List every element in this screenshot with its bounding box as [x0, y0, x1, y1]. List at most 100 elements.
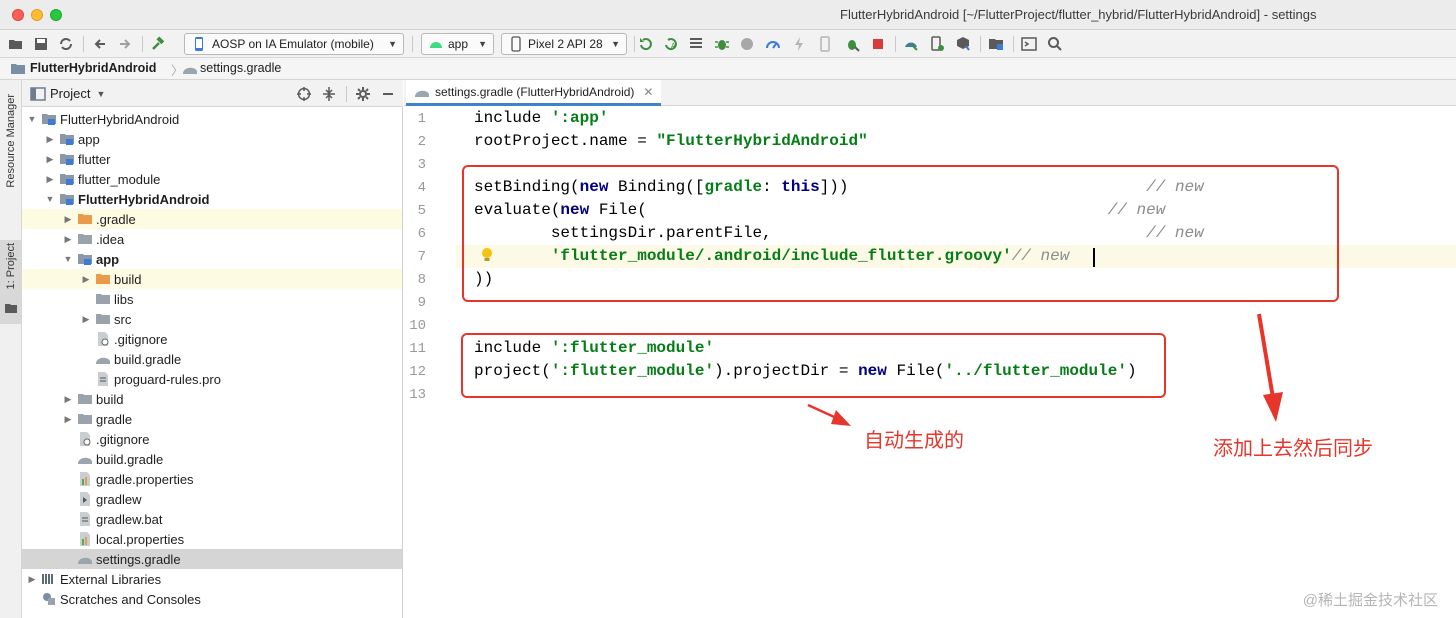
back-arrow-icon[interactable]	[92, 35, 108, 53]
tree-item[interactable]: ▼ app	[22, 249, 402, 269]
file-icon	[78, 512, 92, 526]
terminal-icon[interactable]	[1021, 35, 1037, 53]
tree-item-label: local.properties	[96, 531, 185, 547]
chevron-right-icon[interactable]: ▶	[44, 174, 56, 185]
hide-panel-icon[interactable]	[380, 85, 396, 103]
tree-item[interactable]: .gitignore	[22, 329, 402, 349]
tree-item[interactable]: ▶ build	[22, 389, 402, 409]
code-line[interactable]: include ':app'	[474, 107, 608, 130]
chevron-right-icon[interactable]: ▶	[62, 214, 74, 225]
module-icon	[60, 132, 74, 146]
project-tab[interactable]: 1: Project	[5, 243, 17, 289]
tree-item[interactable]: local.properties	[22, 529, 402, 549]
chevron-right-icon[interactable]: ▶	[80, 314, 92, 325]
open-folder-icon[interactable]	[8, 35, 24, 53]
tree-item[interactable]: ▶ src	[22, 309, 402, 329]
lightning-icon[interactable]	[791, 35, 807, 53]
avd-manager-icon[interactable]	[929, 35, 945, 53]
folder-icon	[96, 292, 110, 306]
chevron-down-icon[interactable]: ▼	[26, 114, 38, 124]
tree-item[interactable]: ▼ FlutterHybridAndroid	[22, 189, 402, 209]
apply-code-changes-icon[interactable]: A	[663, 35, 679, 53]
tree-item[interactable]: ▶ flutter	[22, 149, 402, 169]
list-icon[interactable]	[688, 35, 704, 53]
profiler-gauge-icon[interactable]	[765, 35, 781, 53]
chevron-right-icon[interactable]: ▶	[62, 414, 74, 425]
tree-item[interactable]: ▶ .idea	[22, 229, 402, 249]
project-view-selector[interactable]: Project ▼	[50, 86, 105, 101]
attach-debugger-icon[interactable]	[844, 35, 860, 53]
gear-icon[interactable]	[355, 85, 371, 103]
close-icon[interactable]: ✕	[643, 85, 653, 99]
code-token: rootProject.name =	[474, 132, 657, 150]
tree-item[interactable]: ▶ app	[22, 129, 402, 149]
save-all-icon[interactable]	[33, 35, 49, 53]
zoom-window-button[interactable]	[50, 9, 62, 21]
tree-item-label: src	[114, 311, 132, 327]
line-number: 8	[417, 272, 426, 288]
tree-item[interactable]: build.gradle	[22, 349, 402, 369]
folder-icon	[78, 392, 92, 406]
tree-item[interactable]: gradlew	[22, 489, 402, 509]
breadcrumb-project[interactable]: FlutterHybridAndroid	[30, 61, 156, 75]
tree-item[interactable]: gradle.properties	[22, 469, 402, 489]
sync-icon[interactable]	[58, 35, 74, 53]
module-folder-icon	[11, 64, 25, 74]
minimize-window-button[interactable]	[31, 9, 43, 21]
device-selector-combo[interactable]: AOSP on IA Emulator (mobile) ▼	[184, 33, 404, 55]
code-line[interactable]: rootProject.name = "FlutterHybridAndroid…	[474, 130, 868, 153]
tree-item[interactable]: libs	[22, 289, 402, 309]
chevron-right-icon[interactable]: ▶	[44, 134, 56, 145]
tree-item[interactable]: ▶ build	[22, 269, 402, 289]
chevron-down-icon[interactable]: ▼	[62, 254, 74, 264]
run-config-combo[interactable]: app ▼	[421, 33, 494, 55]
tree-item-label: FlutterHybridAndroid	[60, 111, 180, 127]
annotation-box-auto-generated	[461, 333, 1166, 398]
tree-item[interactable]: ▶ External Libraries	[22, 569, 402, 589]
resource-manager-tab[interactable]: Resource Manager	[5, 94, 17, 188]
tree-item[interactable]: ▶ flutter_module	[22, 169, 402, 189]
coverage-icon[interactable]	[739, 35, 755, 53]
hammer-build-icon[interactable]	[150, 35, 166, 53]
chevron-right-icon[interactable]: ▶	[80, 274, 92, 285]
editor-tab-bar: settings.gradle (FlutterHybridAndroid) ✕	[404, 80, 1456, 106]
module-icon	[78, 252, 92, 266]
chevron-right-icon[interactable]: ▶	[62, 234, 74, 245]
tree-item[interactable]: ▶ .gradle	[22, 209, 402, 229]
project-view-icon	[30, 87, 46, 101]
close-window-button[interactable]	[12, 9, 24, 21]
folder-orange-icon	[78, 212, 92, 226]
avd-selector-combo[interactable]: Pixel 2 API 28 ▼	[501, 33, 627, 55]
sdk-manager-icon[interactable]	[955, 35, 971, 53]
tree-item[interactable]: Scratches and Consoles	[22, 589, 402, 609]
android-icon	[430, 42, 442, 48]
chevron-down-icon[interactable]: ▼	[44, 194, 56, 204]
locate-target-icon[interactable]	[296, 85, 312, 103]
tree-item[interactable]: .gitignore	[22, 429, 402, 449]
annotation-box-added-lines	[462, 165, 1339, 302]
tree-item[interactable]: gradlew.bat	[22, 509, 402, 529]
tree-item[interactable]: ▼ FlutterHybridAndroid	[22, 109, 402, 129]
search-icon[interactable]	[1047, 35, 1063, 53]
tree-item[interactable]: proguard-rules.pro	[22, 369, 402, 389]
breadcrumb-file[interactable]: settings.gradle	[200, 61, 281, 75]
chevron-right-icon[interactable]: ▶	[62, 394, 74, 405]
stop-icon[interactable]	[870, 35, 886, 53]
tree-item-label: Scratches and Consoles	[60, 591, 201, 607]
tree-item[interactable]: build.gradle	[22, 449, 402, 469]
chevron-right-icon[interactable]: ▶	[26, 574, 38, 585]
attach-device-icon[interactable]	[817, 35, 833, 53]
collapse-all-icon[interactable]	[321, 85, 337, 103]
tree-item-label: gradle.properties	[96, 471, 194, 487]
project-structure-icon[interactable]	[988, 35, 1004, 53]
debug-bug-icon[interactable]	[714, 35, 730, 53]
chevron-right-icon[interactable]: ▶	[44, 154, 56, 165]
apply-changes-restart-icon[interactable]	[638, 35, 654, 53]
gradle-sync-icon[interactable]	[903, 35, 919, 53]
forward-arrow-icon[interactable]	[117, 35, 133, 53]
folder-icon	[78, 232, 92, 246]
tab-settings-gradle[interactable]: settings.gradle (FlutterHybridAndroid) ✕	[406, 80, 662, 106]
chevron-down-icon: ▼	[96, 88, 106, 99]
tree-item[interactable]: ▶ gradle	[22, 409, 402, 429]
tree-item[interactable]: settings.gradle	[22, 549, 402, 569]
